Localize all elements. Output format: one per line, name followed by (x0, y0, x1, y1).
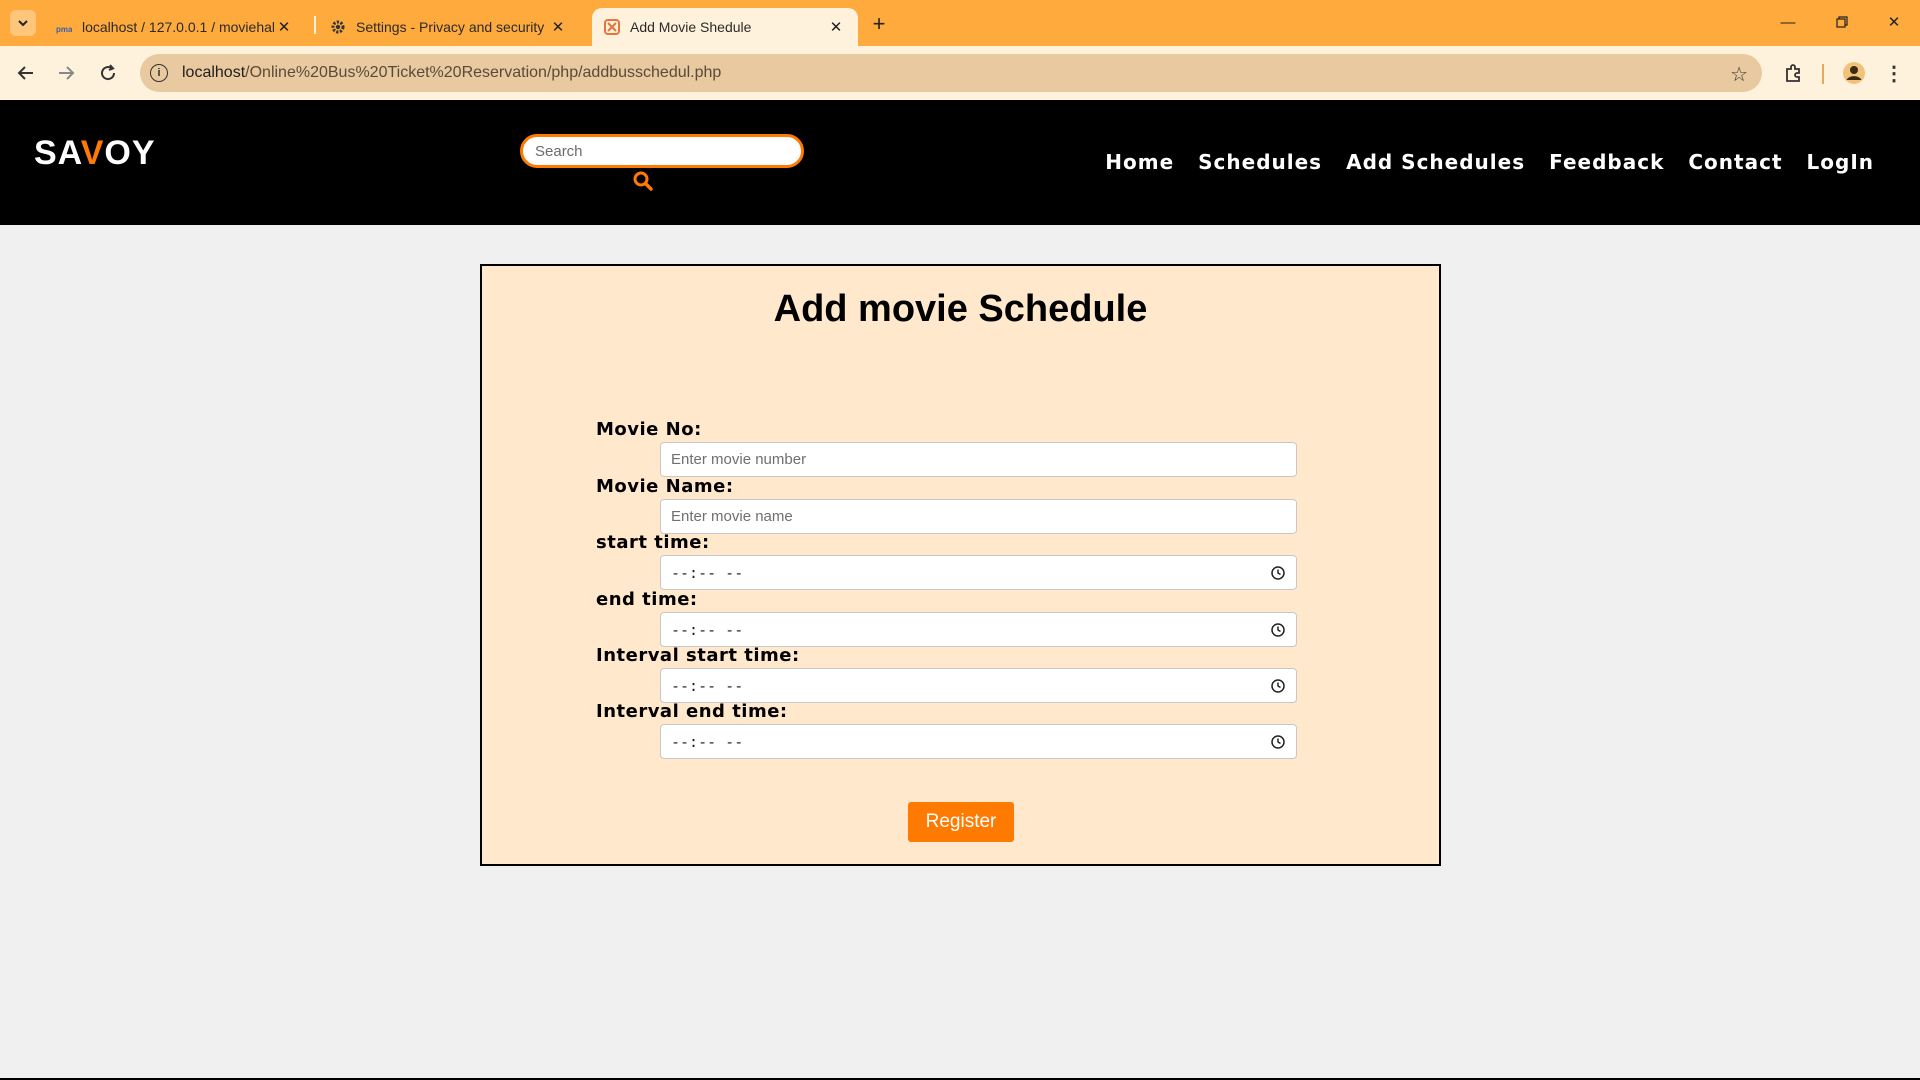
restore-button[interactable] (1814, 0, 1870, 44)
puzzle-icon (1786, 64, 1800, 82)
main-nav: Home Schedules Add Schedules Feedback Co… (1105, 150, 1874, 174)
time-value: --:-- -- (671, 563, 744, 582)
address-url: localhost/Online%20Bus%20Ticket%20Reserv… (182, 64, 722, 81)
bookmark-star-icon[interactable]: ☆ (1730, 62, 1748, 87)
restore-icon (1836, 16, 1848, 28)
new-tab-button[interactable]: + (866, 11, 892, 37)
close-tab-icon[interactable]: ✕ (826, 17, 846, 37)
time-value: --:-- -- (671, 676, 744, 695)
gear-icon (330, 19, 346, 35)
movie-no-label: Movie No: (596, 419, 702, 440)
site-header: SAVOY Home Schedules Add Schedules Feedb… (0, 100, 1920, 225)
back-arrow-icon (17, 66, 33, 80)
reload-icon (101, 64, 116, 81)
search-icon[interactable] (632, 170, 654, 192)
nav-login[interactable]: LogIn (1807, 150, 1874, 174)
clock-icon[interactable] (1270, 734, 1286, 750)
nav-schedules[interactable]: Schedules (1198, 150, 1322, 174)
interval-start-time-input[interactable]: --:-- -- (660, 668, 1297, 703)
nav-home[interactable]: Home (1105, 150, 1174, 174)
forward-button[interactable] (52, 59, 80, 87)
phpmyadmin-icon: pma (56, 19, 72, 35)
nav-contact[interactable]: Contact (1688, 150, 1782, 174)
profile-button[interactable] (1840, 59, 1868, 87)
interval-start-time-label: Interval start time: (596, 645, 800, 666)
address-bar[interactable]: i localhost/Online%20Bus%20Ticket%20Rese… (140, 54, 1762, 92)
browser-menu-button[interactable]: ⋮ (1880, 59, 1908, 87)
tab-separator (314, 16, 316, 34)
start-time-input[interactable]: --:-- -- (660, 555, 1297, 590)
tab-title: localhost / 127.0.0.1 / moviehal (82, 19, 274, 35)
form-title: Add movie Schedule (773, 288, 1148, 330)
tab-settings[interactable]: Settings - Privacy and security ✕ (318, 8, 580, 46)
movie-name-input[interactable] (660, 499, 1297, 534)
nav-add-schedules[interactable]: Add Schedules (1346, 150, 1525, 174)
xampp-icon (604, 19, 620, 35)
tab-add-movie-shedule[interactable]: Add Movie Shedule ✕ (592, 8, 858, 46)
clock-icon[interactable] (1270, 565, 1286, 581)
browser-tab-bar: pma localhost / 127.0.0.1 / moviehal ✕ S… (0, 0, 1920, 46)
search-input[interactable] (520, 134, 804, 168)
site-info-icon[interactable]: i (150, 64, 168, 82)
forward-arrow-icon (59, 66, 75, 80)
close-tab-icon[interactable]: ✕ (274, 17, 294, 37)
clock-icon[interactable] (1270, 622, 1286, 638)
svg-text:pma: pma (56, 25, 72, 34)
toolbar-separator (1822, 64, 1824, 84)
end-time-label: end time: (596, 589, 698, 610)
chevron-down-icon (18, 20, 28, 27)
interval-end-time-input[interactable]: --:-- -- (660, 724, 1297, 759)
tab-title: Settings - Privacy and security (356, 19, 545, 35)
tab-search-button[interactable] (10, 10, 36, 36)
close-tab-icon[interactable]: ✕ (548, 17, 568, 37)
movie-name-label: Movie Name: (596, 476, 734, 497)
add-schedule-form: Add movie Schedule Movie No: Movie Name:… (480, 264, 1441, 866)
time-value: --:-- -- (671, 620, 744, 639)
extensions-button[interactable] (1780, 59, 1808, 87)
minimize-button[interactable]: — (1760, 0, 1816, 44)
end-time-input[interactable]: --:-- -- (660, 612, 1297, 647)
nav-feedback[interactable]: Feedback (1549, 150, 1664, 174)
time-value: --:-- -- (671, 732, 744, 751)
tab-title: Add Movie Shedule (630, 19, 752, 35)
tab-phpmyadmin[interactable]: pma localhost / 127.0.0.1 / moviehal ✕ (44, 8, 306, 46)
avatar-icon (1843, 62, 1865, 84)
reload-button[interactable] (94, 59, 122, 87)
clock-icon[interactable] (1270, 678, 1286, 694)
interval-end-time-label: Interval end time: (596, 701, 788, 722)
browser-toolbar: i localhost/Online%20Bus%20Ticket%20Rese… (0, 46, 1920, 100)
movie-no-input[interactable] (660, 442, 1297, 477)
start-time-label: start time: (596, 532, 710, 553)
back-button[interactable] (12, 59, 40, 87)
site-logo[interactable]: SAVOY (34, 134, 156, 173)
close-window-button[interactable]: ✕ (1866, 0, 1920, 44)
register-button[interactable]: Register (908, 802, 1014, 842)
